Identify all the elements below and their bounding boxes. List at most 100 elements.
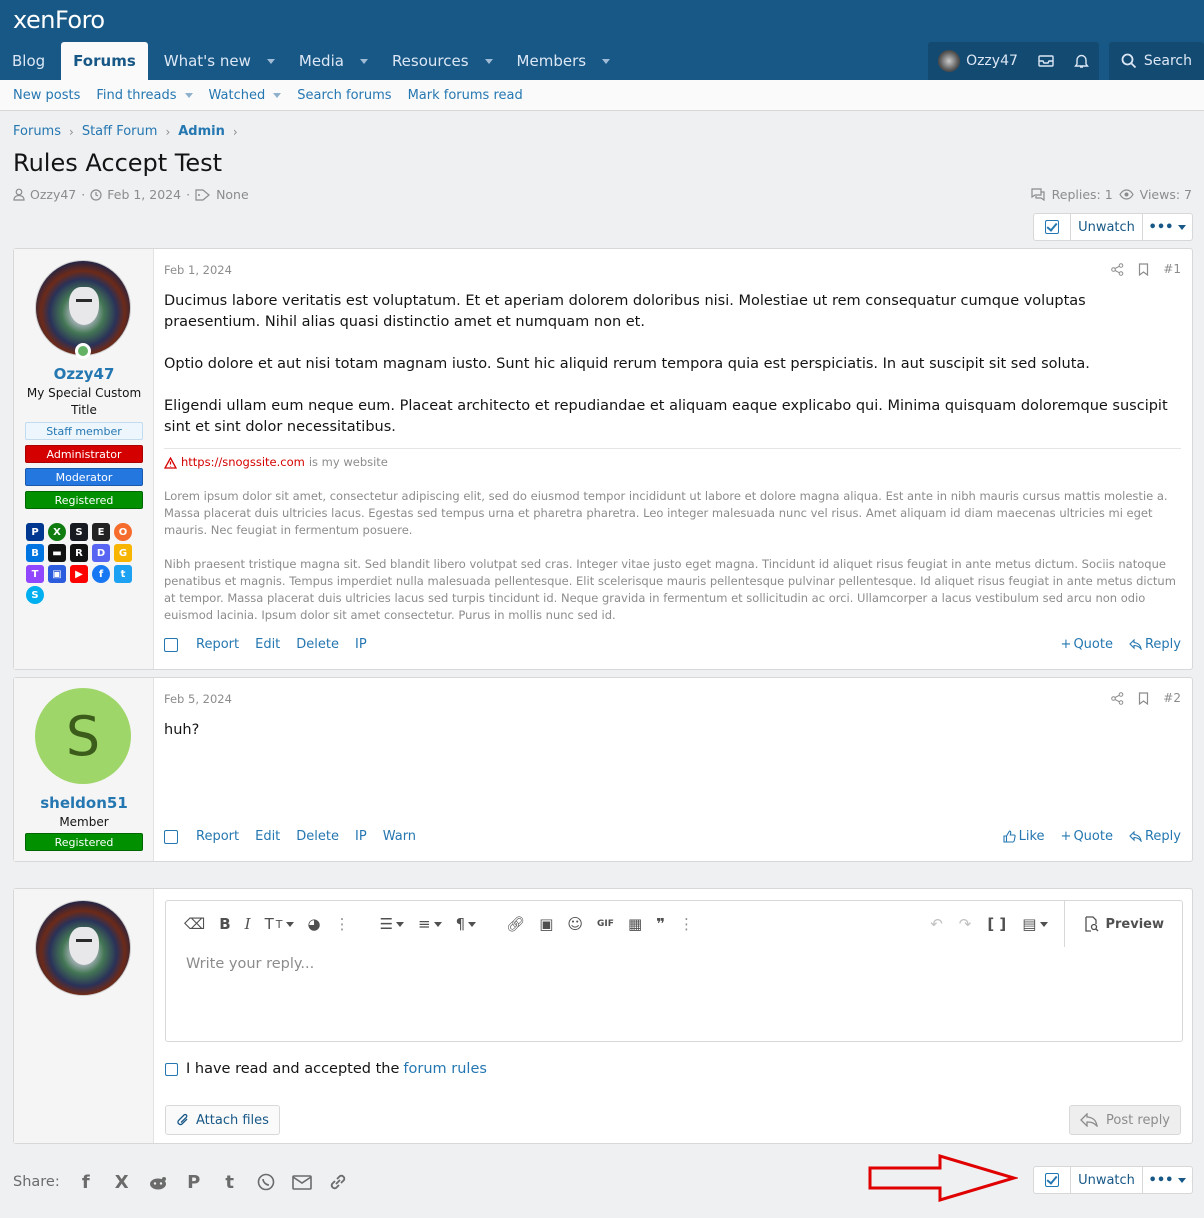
palette-icon[interactable]: ◕ — [308, 915, 321, 933]
media-icon[interactable]: ▦ — [628, 915, 642, 933]
link-icon[interactable]: 🔗︎ — [506, 915, 525, 933]
smiley-icon[interactable]: ☺ — [567, 915, 583, 933]
inbox-button[interactable] — [1028, 42, 1064, 80]
more-options-button[interactable]: ••• — [1143, 214, 1192, 240]
watch-toggle[interactable] — [1034, 214, 1071, 240]
chevron-down-icon[interactable] — [184, 92, 193, 98]
preview-button[interactable]: Preview — [1064, 901, 1182, 947]
forum-rules-link[interactable]: forum rules — [403, 1061, 487, 1077]
redo-icon[interactable]: ↷ — [959, 915, 972, 933]
search-button[interactable]: Search — [1108, 42, 1204, 80]
bookmark-icon[interactable] — [1138, 691, 1149, 705]
whatsapp-icon[interactable] — [256, 1172, 276, 1192]
quote-button[interactable]: + Quote — [1061, 637, 1113, 652]
watch-toggle[interactable] — [1034, 1167, 1071, 1193]
chevron-down-icon[interactable] — [484, 58, 493, 64]
ip-link[interactable]: IP — [355, 637, 367, 652]
subnav-mark-read[interactable]: Mark forums read — [408, 88, 523, 103]
like-button[interactable]: Like — [1003, 829, 1045, 844]
text-size-icon[interactable]: TT — [265, 915, 294, 933]
ip-link[interactable]: IP — [355, 829, 367, 844]
gog-icon[interactable]: G — [114, 544, 132, 562]
avatar[interactable]: S — [35, 688, 131, 784]
reply-textarea[interactable]: Write your reply... — [186, 956, 314, 972]
clear-formatting-icon[interactable]: ⌫ — [184, 915, 205, 933]
post-date[interactable]: Feb 1, 2024 — [164, 263, 232, 277]
nav-tab-members[interactable]: Members — [505, 42, 623, 80]
post-username[interactable]: sheldon51 — [14, 794, 154, 812]
link-icon[interactable] — [328, 1172, 348, 1192]
origin-icon[interactable]: O — [114, 523, 132, 541]
rockstar-icon[interactable]: R — [70, 544, 88, 562]
warn-link[interactable]: Warn — [383, 829, 416, 844]
epic-games-icon[interactable]: E — [92, 523, 110, 541]
select-post-checkbox[interactable] — [164, 637, 178, 652]
site-logo[interactable]: xenForo — [13, 6, 105, 34]
reply-button[interactable]: Reply — [1129, 829, 1181, 844]
attach-files-button[interactable]: Attach files — [165, 1105, 280, 1135]
chevron-down-icon[interactable] — [273, 92, 282, 98]
chevron-down-icon[interactable] — [602, 58, 611, 64]
signature-link[interactable]: https://snogssite.com — [181, 454, 305, 471]
twitch-icon[interactable]: T — [26, 565, 44, 583]
bold-icon[interactable]: B — [219, 915, 230, 933]
chevron-down-icon[interactable] — [266, 58, 275, 64]
subnav-watched[interactable]: Watched — [209, 88, 282, 103]
thread-author[interactable]: Ozzy47 — [30, 187, 76, 202]
nav-tab-blog[interactable]: Blog — [0, 42, 57, 80]
accept-rules-checkbox[interactable] — [165, 1062, 178, 1076]
tumblr-icon[interactable]: t — [220, 1172, 240, 1193]
playstation-icon[interactable]: P — [26, 523, 44, 541]
post-number[interactable]: #1 — [1163, 262, 1181, 276]
youtube-icon[interactable]: ▶ — [70, 565, 88, 583]
gif-icon[interactable]: GIF — [597, 919, 614, 929]
subnav-find-threads[interactable]: Find threads — [96, 88, 193, 103]
twitter-icon[interactable]: t — [114, 565, 132, 583]
italic-icon[interactable]: I — [245, 915, 251, 933]
quote-button[interactable]: + Quote — [1061, 829, 1113, 844]
more-options-icon[interactable]: ⋮ — [335, 915, 350, 933]
battlenet-icon[interactable]: B — [26, 544, 44, 562]
alerts-button[interactable] — [1064, 42, 1099, 80]
avatar[interactable] — [35, 260, 131, 356]
select-post-checkbox[interactable] — [164, 829, 178, 844]
post-reply-button[interactable]: Post reply — [1069, 1105, 1181, 1135]
facebook-icon[interactable]: f — [76, 1172, 96, 1193]
nav-tab-whats-new[interactable]: What's new — [152, 42, 287, 80]
oculus-icon[interactable]: ▬ — [48, 544, 66, 562]
post-date[interactable]: Feb 5, 2024 — [164, 692, 232, 706]
unwatch-button[interactable]: Unwatch — [1071, 1167, 1143, 1193]
pinterest-icon[interactable]: P — [184, 1172, 204, 1193]
facebook-icon[interactable]: f — [92, 565, 110, 583]
breadcrumb-admin[interactable]: Admin — [178, 124, 225, 139]
quote-icon[interactable]: ❞ — [656, 915, 665, 933]
edit-link[interactable]: Edit — [255, 637, 280, 652]
xbox-icon[interactable]: X — [48, 523, 66, 541]
bookmark-icon[interactable] — [1138, 262, 1149, 276]
subnav-new-posts[interactable]: New posts — [13, 88, 80, 103]
thread-date[interactable]: Feb 1, 2024 — [107, 187, 181, 202]
share-icon[interactable] — [1111, 262, 1124, 276]
steam-icon[interactable]: S — [70, 523, 88, 541]
post-number[interactable]: #2 — [1163, 691, 1181, 705]
chevron-down-icon[interactable] — [359, 58, 368, 64]
share-icon[interactable] — [1111, 691, 1124, 705]
report-link[interactable]: Report — [196, 637, 239, 652]
undo-icon[interactable]: ↶ — [930, 915, 943, 933]
nav-tab-media[interactable]: Media — [287, 42, 380, 80]
edit-link[interactable]: Edit — [255, 829, 280, 844]
nav-tab-resources[interactable]: Resources — [380, 42, 505, 80]
breadcrumb-forums[interactable]: Forums — [13, 124, 61, 139]
subnav-search-forums[interactable]: Search forums — [297, 88, 391, 103]
drafts-icon[interactable]: ▤ — [1022, 915, 1049, 933]
discord-icon[interactable]: D — [92, 544, 110, 562]
account-button[interactable]: Ozzy47 — [928, 42, 1028, 80]
unwatch-button[interactable]: Unwatch — [1071, 214, 1143, 240]
nav-tab-forums[interactable]: Forums — [61, 42, 148, 80]
list-icon[interactable]: ☰ — [380, 915, 405, 933]
delete-link[interactable]: Delete — [296, 829, 339, 844]
align-icon[interactable]: ≡ — [418, 915, 442, 933]
post-username[interactable]: Ozzy47 — [14, 365, 154, 383]
glitch-icon[interactable]: ▣ — [48, 565, 66, 583]
report-link[interactable]: Report — [196, 829, 239, 844]
